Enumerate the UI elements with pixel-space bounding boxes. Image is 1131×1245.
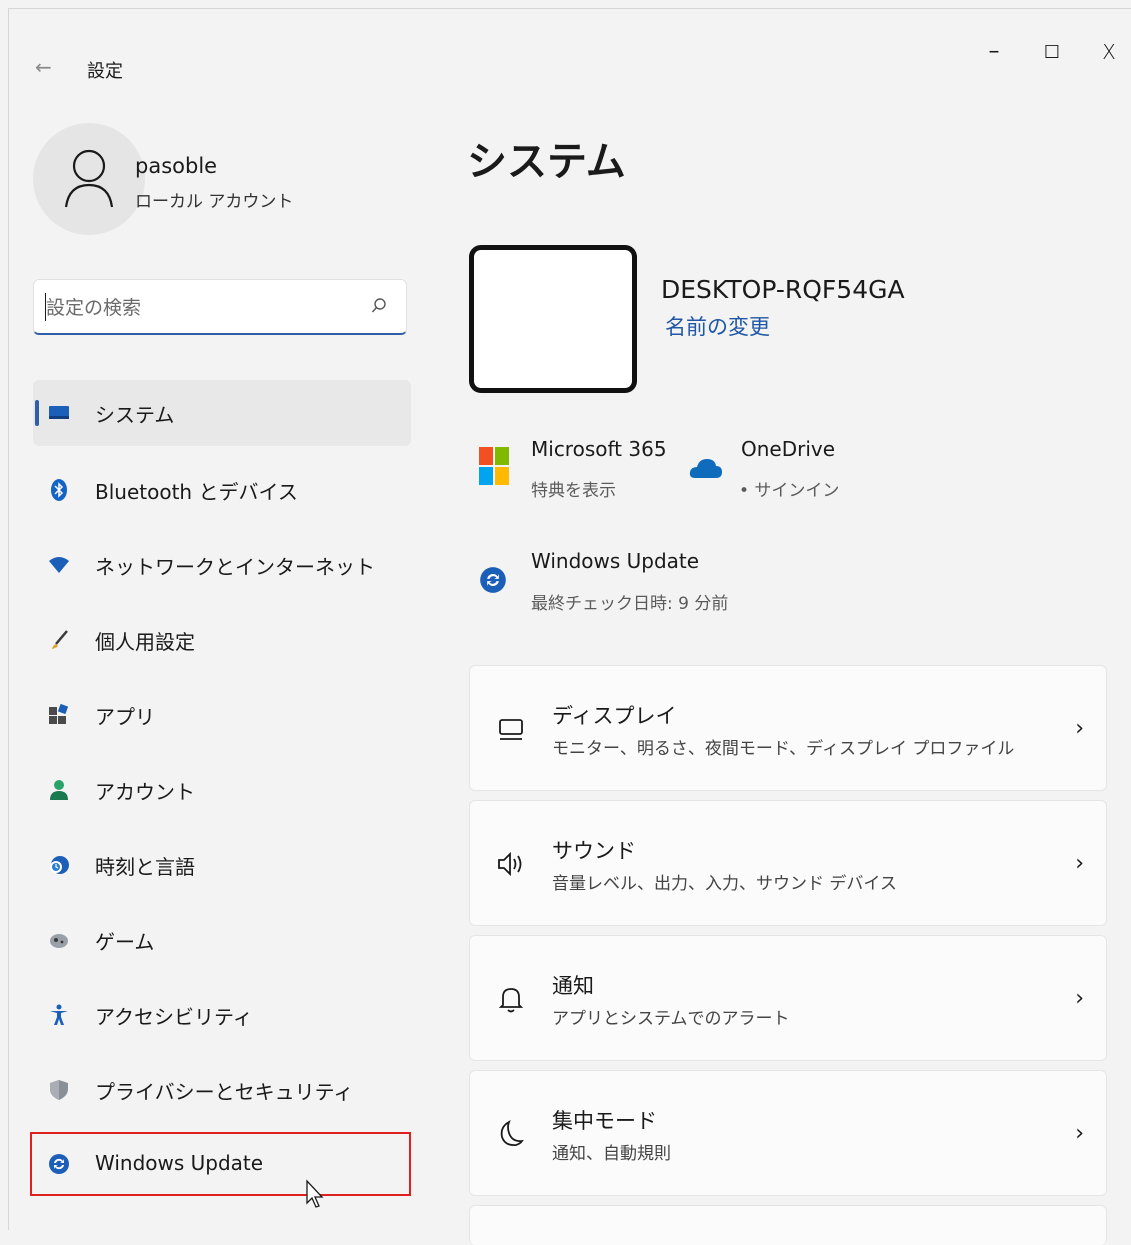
display-icon (499, 719, 523, 740)
onedrive-subtitle: • サインイン (739, 481, 840, 501)
chevron-right-icon: › (1075, 986, 1084, 1011)
search-box[interactable] (33, 279, 407, 335)
avatar[interactable] (33, 123, 145, 235)
back-button[interactable]: ← (35, 55, 52, 79)
device-name: DESKTOP-RQF54GA (661, 275, 905, 304)
system-icon (49, 406, 69, 419)
selection-indicator (35, 400, 39, 426)
settings-card-display[interactable]: ディスプレイ モニター、明るさ、夜間モード、ディスプレイ プロファイル › (469, 665, 1107, 791)
sidebar-item-network[interactable]: ネットワークとインターネット (33, 532, 411, 598)
highlight-box (30, 1132, 411, 1196)
settings-card-notifications[interactable]: 通知 アプリとシステムでのアラート › (469, 935, 1107, 1061)
chevron-right-icon: › (1075, 851, 1084, 876)
mouse-cursor-icon (306, 1179, 324, 1208)
time-language-icon (50, 856, 69, 874)
sidebar-item-personalization[interactable]: 個人用設定 (33, 607, 411, 673)
microsoft-365-title[interactable]: Microsoft 365 (531, 437, 667, 461)
apps-icon (49, 703, 69, 724)
bell-icon (498, 988, 524, 1013)
sidebar-item-apps[interactable]: アプリ (33, 682, 411, 748)
sidebar-item-label: アプリ (95, 705, 155, 729)
sidebar-item-bluetooth[interactable]: Bluetooth とデバイス (33, 457, 411, 523)
onedrive-icon (689, 459, 722, 478)
sidebar-item-label: システム (95, 403, 175, 427)
minimize-button[interactable]: – (974, 39, 1014, 64)
windows-update-title[interactable]: Windows Update (531, 549, 699, 573)
sidebar-item-label: アクセシビリティ (95, 1005, 253, 1029)
microsoft-365-icon (479, 447, 509, 485)
sidebar-item-label: 個人用設定 (95, 630, 195, 654)
card-title: 通知 (552, 974, 594, 998)
user-name: pasoble (135, 154, 218, 178)
card-title: 集中モード (552, 1109, 657, 1133)
sidebar-item-label: ネットワークとインターネット (95, 555, 375, 579)
settings-card-sound[interactable]: サウンド 音量レベル、出力、入力、サウンド デバイス › (469, 800, 1107, 926)
card-title: サウンド (552, 839, 636, 863)
search-input[interactable] (44, 290, 368, 326)
page-title: システム (467, 139, 626, 185)
windows-update-subtitle: 最終チェック日時: 9 分前 (531, 594, 729, 614)
sidebar-item-label: ゲーム (95, 930, 155, 954)
settings-card-partial[interactable] (469, 1205, 1107, 1245)
rename-link[interactable]: 名前の変更 (665, 311, 770, 341)
app-title: 設定 (87, 61, 123, 82)
close-button[interactable]: X (1089, 40, 1129, 64)
gaming-icon (50, 934, 68, 948)
sidebar-item-accessibility[interactable]: アクセシビリティ (33, 982, 411, 1048)
shield-icon (50, 1080, 68, 1100)
moon-icon (500, 1119, 524, 1146)
windows-update-icon (480, 567, 506, 593)
card-subtitle: アプリとシステムでのアラート (552, 1009, 790, 1029)
sidebar-item-system[interactable]: システム (33, 380, 411, 446)
card-title: ディスプレイ (552, 704, 677, 728)
chevron-right-icon: › (1075, 716, 1084, 741)
chevron-right-icon: › (1075, 1121, 1084, 1146)
sidebar-item-accounts[interactable]: アカウント (33, 757, 411, 823)
sidebar-item-label: Bluetooth とデバイス (95, 480, 298, 504)
sidebar-item-label: プライバシーとセキュリティ (95, 1080, 354, 1104)
sidebar-item-gaming[interactable]: ゲーム (33, 907, 411, 973)
accessibility-icon (50, 1004, 68, 1025)
user-icon (64, 149, 114, 208)
sidebar-item-time-language[interactable]: 時刻と言語 (33, 832, 411, 898)
wifi-icon (49, 557, 69, 573)
card-subtitle: 音量レベル、出力、入力、サウンド デバイス (552, 874, 897, 894)
brush-icon (52, 630, 68, 649)
microsoft-365-subtitle: 特典を表示 (531, 481, 616, 501)
device-image (469, 245, 637, 393)
sidebar-item-label: アカウント (95, 780, 195, 804)
settings-window: ← 設定 – ☐ X pasoble ローカル アカウント システム (8, 8, 1131, 1245)
account-type: ローカル アカウント (135, 192, 294, 212)
onedrive-title[interactable]: OneDrive (741, 437, 835, 461)
sound-icon (498, 851, 522, 877)
sidebar-item-label: 時刻と言語 (95, 855, 195, 879)
bluetooth-icon (51, 479, 67, 501)
account-icon (50, 780, 68, 800)
search-icon (371, 298, 386, 313)
card-subtitle: モニター、明るさ、夜間モード、ディスプレイ プロファイル (552, 739, 1015, 759)
card-subtitle: 通知、自動規則 (552, 1144, 671, 1164)
maximize-button[interactable]: ☐ (1032, 42, 1072, 63)
settings-card-focus[interactable]: 集中モード 通知、自動規則 › (469, 1070, 1107, 1196)
sidebar-item-privacy[interactable]: プライバシーとセキュリティ (33, 1057, 411, 1123)
